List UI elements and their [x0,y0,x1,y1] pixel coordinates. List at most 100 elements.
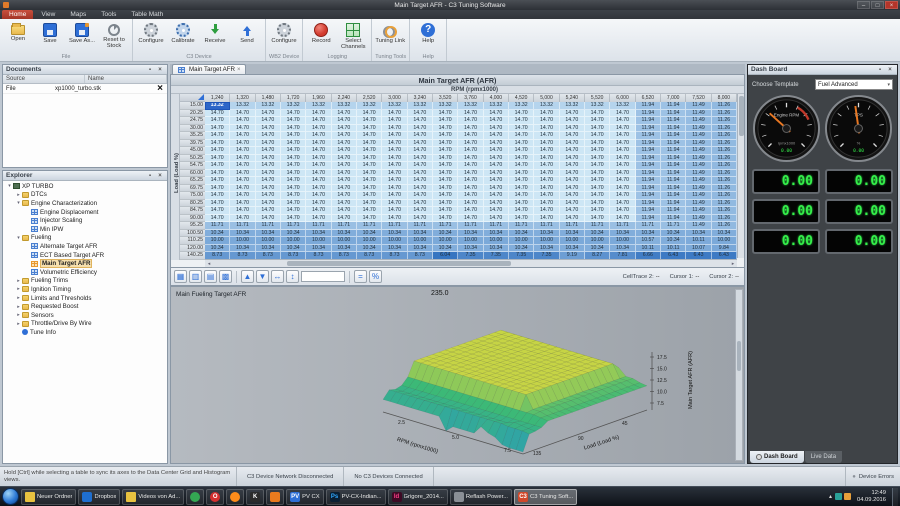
table-cell[interactable]: 10.34 [205,245,230,253]
row-header[interactable]: 69.75 [180,185,205,193]
table-cell[interactable]: 13.32 [382,102,407,110]
table-cell[interactable]: 14.70 [560,207,585,215]
plot-vertical-scrollbar[interactable] [735,289,743,461]
table-cell[interactable]: 14.70 [230,140,255,148]
table-cell[interactable]: 14.70 [509,132,534,140]
table-cell[interactable]: 14.70 [585,215,610,223]
table-cell[interactable]: 14.70 [256,177,281,185]
row-header[interactable]: 30.00 [180,125,205,133]
table-cell[interactable]: 14.70 [610,192,635,200]
table-cell[interactable]: 10.34 [458,245,483,253]
table-cell[interactable]: 14.70 [256,207,281,215]
table-cell[interactable]: 14.70 [256,125,281,133]
table-cell[interactable]: 14.70 [382,125,407,133]
table-cell[interactable]: 11.94 [636,200,661,208]
table-cell[interactable]: 14.70 [585,177,610,185]
table-cell[interactable]: 11.26 [712,177,737,185]
table-cell[interactable]: 14.70 [534,147,559,155]
close-button[interactable]: × [885,1,898,9]
fill-column-button[interactable]: ▥ [189,270,202,283]
c3-tray-icon[interactable] [835,493,842,500]
table-cell[interactable]: 14.70 [205,200,230,208]
device-errors-indicator[interactable]: ● Device Errors [845,467,900,486]
table-cell[interactable]: 11.26 [712,222,737,230]
table-cell[interactable]: 14.70 [610,147,635,155]
table-cell[interactable]: 11.49 [686,132,711,140]
table-cell[interactable]: 11.94 [661,177,686,185]
table-cell[interactable]: 14.70 [281,192,306,200]
column-header[interactable]: 1,480 [256,94,281,102]
table-cell[interactable]: 14.70 [408,215,433,223]
table-cell[interactable]: 11.94 [636,102,661,110]
table-cell[interactable]: 13.32 [458,102,483,110]
table-cell[interactable]: 13.32 [509,102,534,110]
table-cell[interactable]: 14.70 [256,162,281,170]
table-cell[interactable]: 14.70 [433,207,458,215]
start-button[interactable] [2,488,19,505]
table-cell[interactable]: 11.94 [661,170,686,178]
table-cell[interactable]: 14.70 [534,140,559,148]
table-cell[interactable]: 14.70 [458,170,483,178]
table-cell[interactable]: 11.49 [686,110,711,118]
table-cell[interactable]: 14.70 [458,117,483,125]
table-cell[interactable]: 14.70 [610,215,635,223]
table-cell[interactable]: 10.34 [382,245,407,253]
table-cell[interactable]: 10.34 [332,230,357,238]
table-cell[interactable]: 11.49 [686,162,711,170]
table-cell[interactable]: 11.49 [686,102,711,110]
table-cell[interactable]: 14.70 [560,140,585,148]
table-cell[interactable]: 14.70 [230,110,255,118]
table-cell[interactable]: 14.70 [306,117,331,125]
column-header[interactable]: 3,000 [382,94,407,102]
column-header[interactable]: 5,000 [534,94,559,102]
table-cell[interactable]: 14.70 [306,155,331,163]
fill-row-button[interactable]: ▤ [204,270,217,283]
table-cell[interactable]: 14.70 [357,155,382,163]
table-cell[interactable]: 11.94 [636,207,661,215]
taskbar-vlc[interactable] [266,489,284,505]
record-button[interactable]: Record [306,21,336,53]
table-cell[interactable]: 14.70 [281,147,306,155]
table-cell[interactable]: 14.70 [509,117,534,125]
update-tray-icon[interactable] [844,493,851,500]
tree-item-xp-turbo[interactable]: ▾XP TURBO [3,182,167,191]
table-cell[interactable]: 14.70 [509,147,534,155]
table-cell[interactable]: 14.70 [458,192,483,200]
table-cell[interactable]: 14.70 [357,177,382,185]
table-cell[interactable]: 14.70 [332,125,357,133]
table-cell[interactable]: 14.70 [585,170,610,178]
table-cell[interactable]: 10.34 [433,245,458,253]
table-cell[interactable]: 11.26 [712,192,737,200]
table-cell[interactable]: 14.70 [610,162,635,170]
row-header[interactable]: 50.25 [180,155,205,163]
column-header[interactable]: 1,320 [230,94,255,102]
table-cell[interactable]: 10.34 [281,230,306,238]
table-cell[interactable]: 11.49 [686,170,711,178]
table-cell[interactable]: 13.32 [560,102,585,110]
taskbar-firefox[interactable] [226,489,244,505]
table-cell[interactable]: 14.70 [560,155,585,163]
table-cell[interactable]: 14.70 [484,192,509,200]
table-cell[interactable]: 14.70 [357,215,382,223]
table-cell[interactable]: 14.70 [560,147,585,155]
tree-item-min-ipw[interactable]: Min IPW [3,225,167,234]
table-cell[interactable]: 14.70 [585,200,610,208]
table-cell[interactable]: 14.70 [306,170,331,178]
table-cell[interactable]: 14.70 [382,132,407,140]
table-cell[interactable]: 11.26 [712,215,737,223]
table-cell[interactable]: 10.34 [560,230,585,238]
table-cell[interactable]: 10.34 [230,245,255,253]
tree-item-fueling[interactable]: ▾Fueling [3,234,167,243]
fill-cells-button[interactable]: ▩ [219,270,232,283]
table-cell[interactable]: 14.70 [382,110,407,118]
table-cell[interactable]: 10.00 [357,237,382,245]
table-cell[interactable]: 14.70 [433,117,458,125]
table-cell[interactable]: 14.70 [205,132,230,140]
calibrate-button[interactable]: Calibrate [168,21,198,53]
table-cell[interactable]: 10.34 [306,230,331,238]
table-cell[interactable]: 14.70 [484,185,509,193]
taskbar-dropbox[interactable]: Dropbox [78,489,120,505]
table-cell[interactable]: 11.49 [686,147,711,155]
column-header[interactable]: 5,520 [585,94,610,102]
table-cell[interactable]: 14.70 [357,132,382,140]
